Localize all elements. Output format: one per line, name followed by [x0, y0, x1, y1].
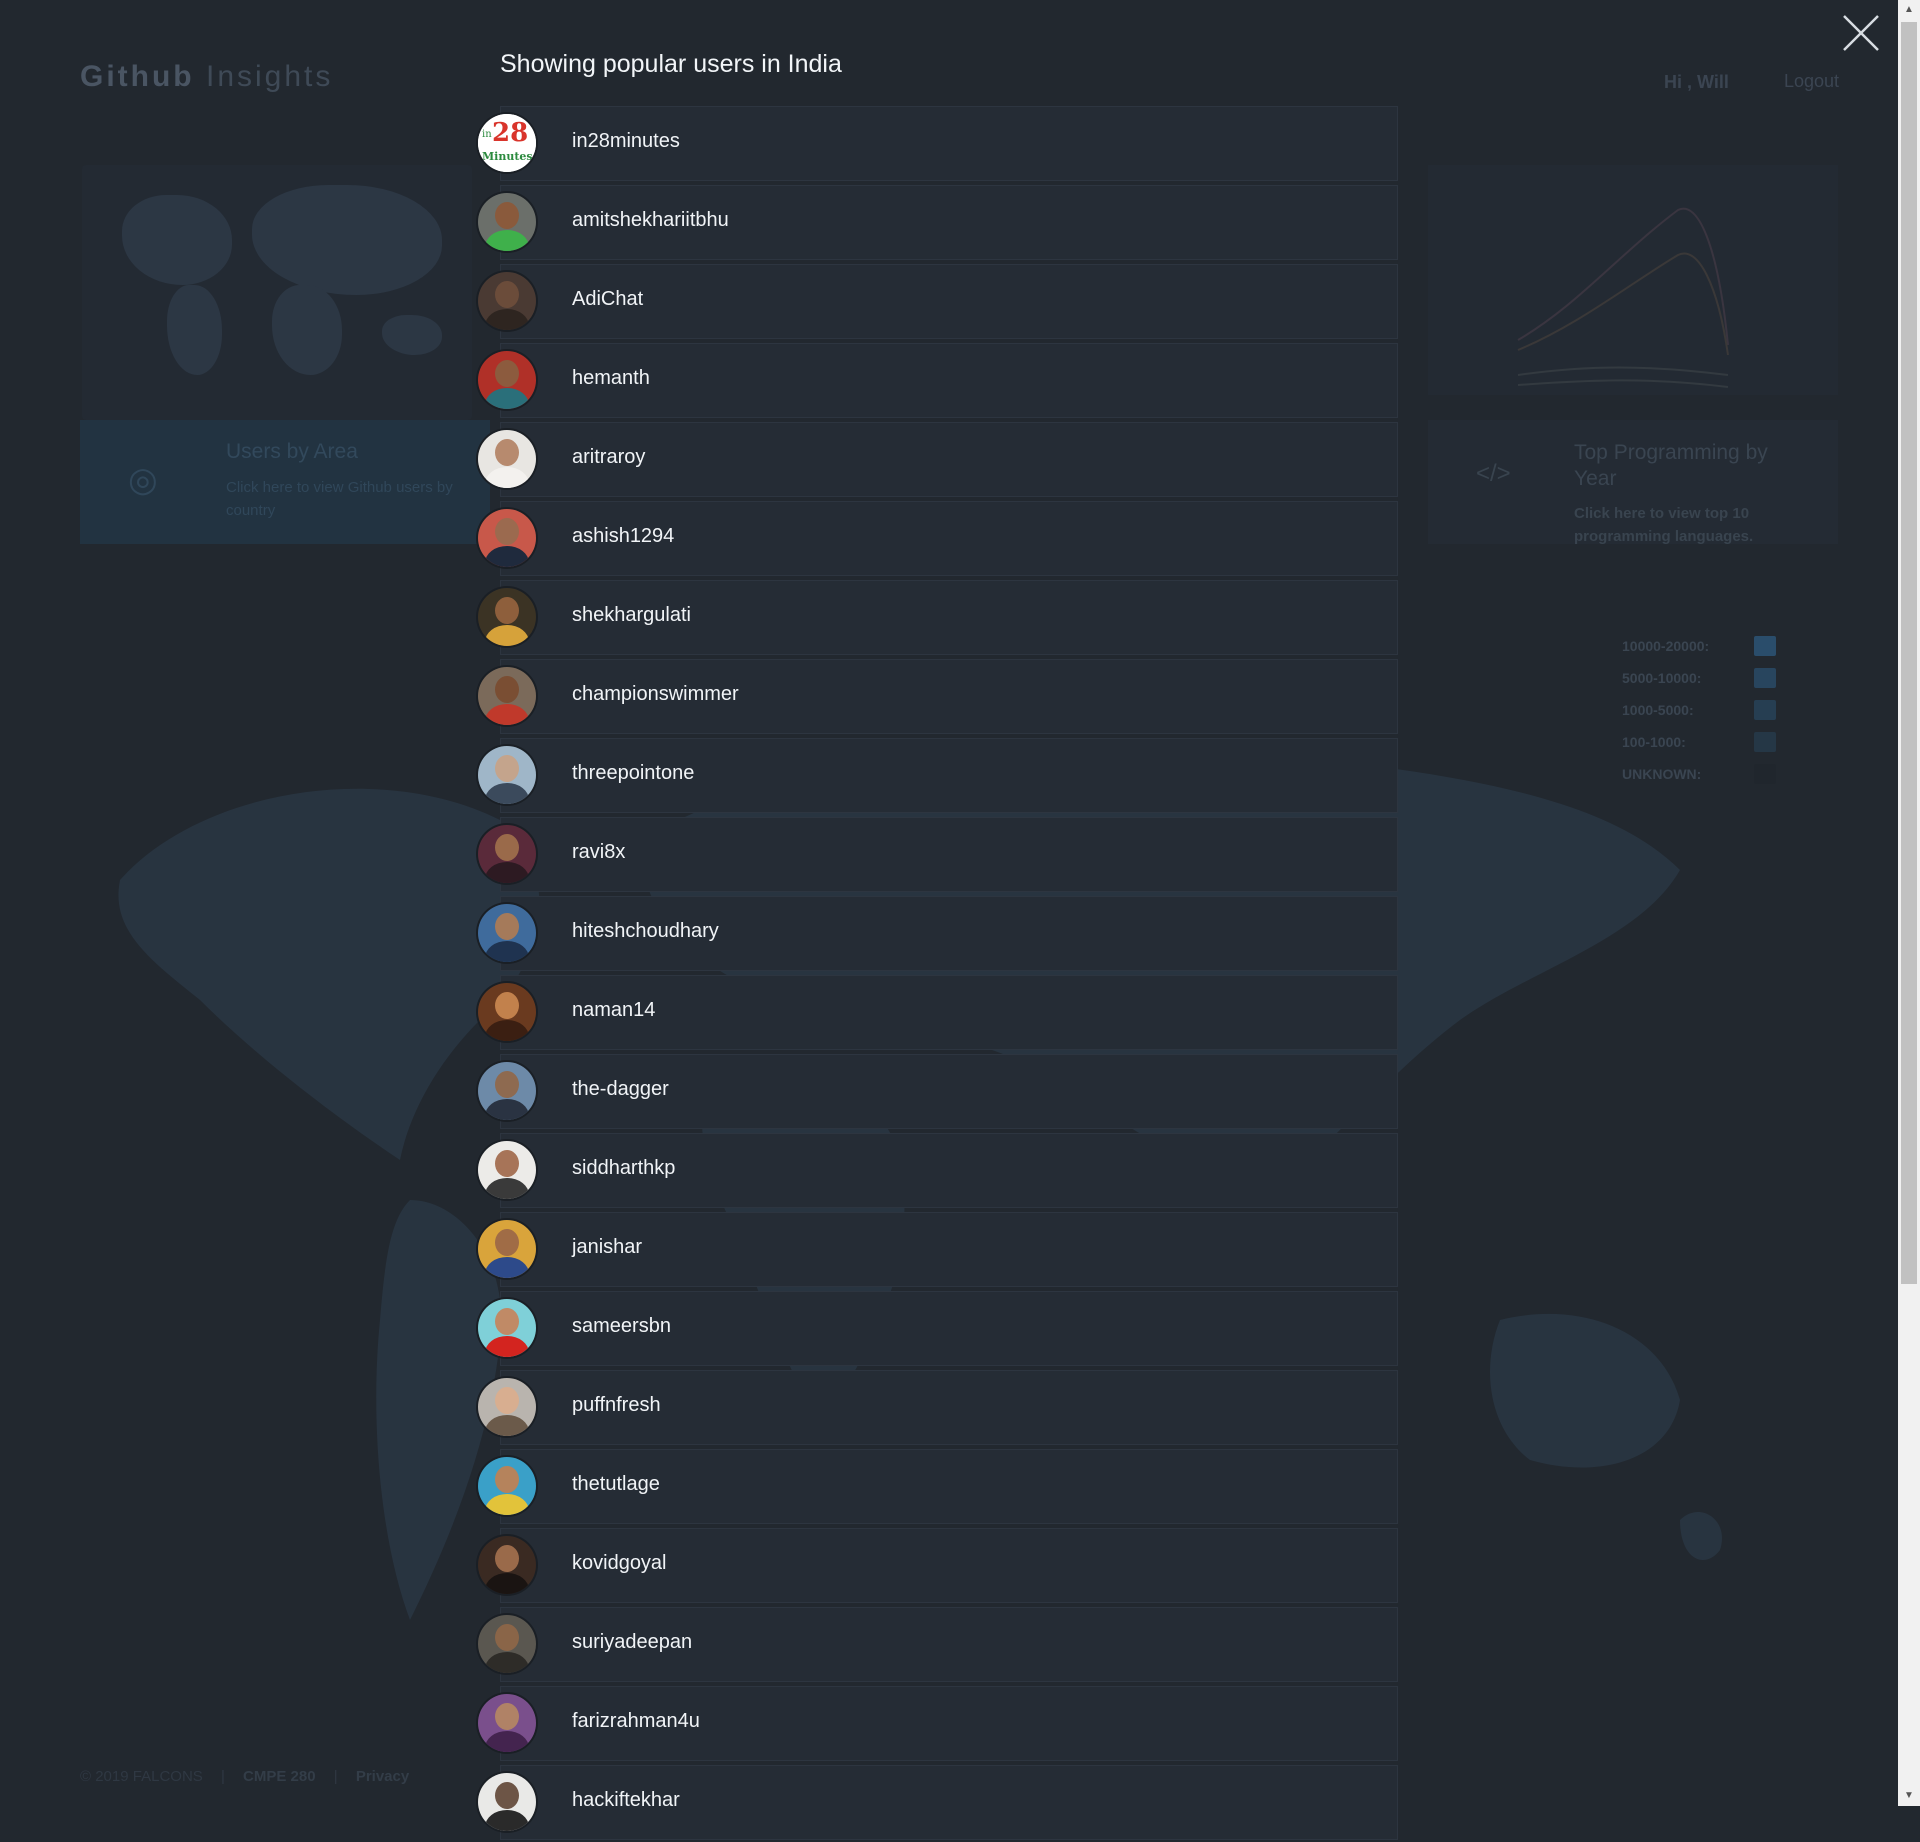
user-list-item[interactable]: the-dagger	[476, 1052, 1400, 1131]
line-chart-thumbnail	[1517, 207, 1729, 388]
user-avatar[interactable]: in 28 Minutes	[478, 114, 536, 172]
user-avatar[interactable]	[478, 1220, 536, 1278]
user-name[interactable]: the-dagger	[572, 1078, 669, 1101]
user-avatar[interactable]	[478, 1299, 536, 1357]
logout-link[interactable]: Logout	[1784, 71, 1839, 92]
scrollbar-thumb[interactable]	[1901, 22, 1917, 1284]
user-list-item[interactable]: hiteshchoudhary	[476, 894, 1400, 973]
user-name[interactable]: ashish1294	[572, 525, 674, 548]
user-list-item[interactable]: championswimmer	[476, 657, 1400, 736]
user-name[interactable]: threepointone	[572, 762, 694, 785]
user-list-item[interactable]: thetutlage	[476, 1447, 1400, 1526]
footer-privacy-link[interactable]: Privacy	[356, 1768, 409, 1785]
user-name[interactable]: championswimmer	[572, 683, 739, 706]
user-list-item[interactable]: shekhargulati	[476, 578, 1400, 657]
user-name[interactable]: hemanth	[572, 367, 650, 390]
users-by-area-title: Users by Area	[226, 440, 358, 463]
globe-icon: ◎	[128, 461, 158, 499]
user-name[interactable]: amitshekhariitbhu	[572, 209, 729, 232]
user-avatar[interactable]	[478, 272, 536, 330]
user-name[interactable]: naman14	[572, 999, 655, 1022]
user-name[interactable]: AdiChat	[572, 288, 643, 311]
user-avatar[interactable]	[478, 904, 536, 962]
modal-title: Showing popular users in India	[500, 50, 842, 78]
user-list-item[interactable]: threepointone	[476, 736, 1400, 815]
user-avatar[interactable]	[478, 588, 536, 646]
user-list-item[interactable]: farizrahman4u	[476, 1684, 1400, 1763]
user-avatar[interactable]	[478, 1457, 536, 1515]
top-programming-card[interactable]: </> Top Programming by Year Click here t…	[1428, 420, 1838, 545]
user-avatar[interactable]	[478, 1062, 536, 1120]
top-programming-subtitle: Click here to view top 10 programming la…	[1574, 505, 1754, 545]
user-list: in 28 Minutes in28minutes amitshekhariitbhu A…	[476, 104, 1400, 1842]
user-name[interactable]: thetutlage	[572, 1473, 660, 1496]
user-avatar[interactable]	[478, 746, 536, 804]
user-avatar[interactable]	[478, 430, 536, 488]
user-name[interactable]: puffnfresh	[572, 1394, 661, 1417]
user-name[interactable]: suriyadeepan	[572, 1631, 692, 1654]
user-list-item[interactable]: ravi8x	[476, 815, 1400, 894]
user-avatar[interactable]	[478, 351, 536, 409]
user-list-item[interactable]: puffnfresh	[476, 1368, 1400, 1447]
page-scrollbar[interactable]: ▲ ▼	[1898, 0, 1920, 1806]
scroll-up-arrow-icon[interactable]: ▲	[1898, 0, 1920, 20]
user-name[interactable]: janishar	[572, 1236, 642, 1259]
user-list-item[interactable]: sameersbn	[476, 1289, 1400, 1368]
user-list-item[interactable]: siddharthkp	[476, 1131, 1400, 1210]
user-avatar[interactable]	[478, 1141, 536, 1199]
user-list-item[interactable]: hackiftekhar	[476, 1763, 1400, 1842]
user-greeting: Hi , Will	[1664, 72, 1729, 92]
user-list-item[interactable]: kovidgoyal	[476, 1526, 1400, 1605]
world-map-thumbnail	[82, 165, 472, 420]
scroll-down-arrow-icon[interactable]: ▼	[1898, 1786, 1920, 1806]
user-name[interactable]: shekhargulati	[572, 604, 691, 627]
user-list-item[interactable]: ashish1294	[476, 499, 1400, 578]
user-list-item[interactable]: hemanth	[476, 341, 1400, 420]
programming-chart-thumbnail	[1428, 165, 1838, 395]
user-list-item[interactable]: AdiChat	[476, 262, 1400, 341]
user-avatar[interactable]	[478, 1378, 536, 1436]
top-programming-title: Top Programming by Year	[1574, 441, 1768, 490]
user-avatar[interactable]	[478, 1694, 536, 1752]
user-avatar[interactable]	[478, 193, 536, 251]
user-avatar[interactable]	[478, 667, 536, 725]
code-icon: </>	[1476, 460, 1511, 487]
brand-light: Insights	[205, 60, 334, 93]
user-list-item[interactable]: janishar	[476, 1210, 1400, 1289]
user-name[interactable]: hackiftekhar	[572, 1789, 680, 1812]
footer: © 2019 FALCONS | CMPE 280 | Privacy	[80, 1768, 410, 1785]
user-avatar[interactable]	[478, 825, 536, 883]
user-list-item[interactable]: suriyadeepan	[476, 1605, 1400, 1684]
user-name[interactable]: hiteshchoudhary	[572, 920, 719, 943]
user-name[interactable]: ravi8x	[572, 841, 625, 864]
user-name[interactable]: aritraroy	[572, 446, 645, 469]
user-avatar[interactable]	[478, 1536, 536, 1594]
close-icon	[1843, 15, 1879, 51]
user-name[interactable]: farizrahman4u	[572, 1710, 700, 1733]
footer-course-link[interactable]: CMPE 280	[243, 1768, 316, 1785]
users-by-area-subtitle: Click here to view Github users by count…	[226, 479, 453, 519]
user-avatar[interactable]	[478, 509, 536, 567]
user-avatar[interactable]	[478, 1773, 536, 1831]
user-list-item[interactable]: in 28 Minutes in28minutes	[476, 104, 1400, 183]
users-by-area-card[interactable]: ◎ Users by Area Click here to view Githu…	[80, 420, 490, 544]
user-name[interactable]: kovidgoyal	[572, 1552, 667, 1575]
user-list-item[interactable]: aritraroy	[476, 420, 1400, 499]
user-name[interactable]: sameersbn	[572, 1315, 671, 1338]
user-name[interactable]: in28minutes	[572, 130, 680, 153]
brand-bold: Github	[80, 60, 195, 93]
close-button[interactable]	[1838, 10, 1884, 56]
user-avatar[interactable]	[478, 983, 536, 1041]
user-row-background	[500, 817, 1398, 892]
brand-logo: Github Insights	[80, 60, 333, 94]
user-avatar[interactable]	[478, 1615, 536, 1673]
user-list-item[interactable]: naman14	[476, 973, 1400, 1052]
footer-copyright: © 2019 FALCONS	[80, 1768, 203, 1785]
user-name[interactable]: siddharthkp	[572, 1157, 675, 1180]
user-list-item[interactable]: amitshekhariitbhu	[476, 183, 1400, 262]
